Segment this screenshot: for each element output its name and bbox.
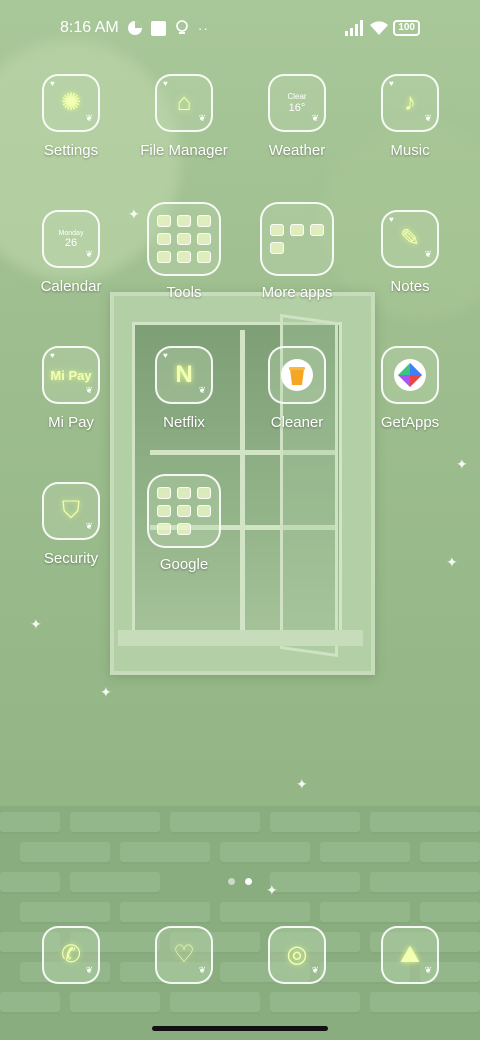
app-label: Calendar bbox=[40, 278, 102, 295]
app-label: Cleaner bbox=[270, 414, 324, 431]
security-icon: ⛉ ❦ bbox=[42, 482, 100, 540]
status-time: 8:16 AM bbox=[60, 19, 119, 36]
square-icon bbox=[150, 20, 166, 36]
gesture-nav-handle[interactable] bbox=[152, 1026, 328, 1031]
notes-icon: ♥ ✎ ❦ bbox=[381, 210, 439, 268]
app-label: Weather bbox=[268, 142, 326, 159]
sparkle-icon: ✦ bbox=[296, 776, 308, 792]
sparkle-icon: ✦ bbox=[100, 684, 112, 700]
netflix-icon: ♥ N ❦ bbox=[155, 346, 213, 404]
dock-phone[interactable]: ✆ ❦ bbox=[16, 926, 126, 984]
app-label: Settings bbox=[43, 142, 99, 159]
dock-messages[interactable]: ♡ ❦ bbox=[129, 926, 239, 984]
chrome-icon: ◎ ❦ bbox=[268, 926, 326, 984]
app-getapps[interactable]: GetApps bbox=[355, 346, 465, 431]
window-sill bbox=[118, 630, 363, 646]
status-bar: 8:16 AM ·· 100 bbox=[0, 0, 480, 56]
app-label: Music bbox=[390, 142, 430, 159]
gallery-icon: ⛰ ❦ bbox=[381, 926, 439, 984]
app-label: Google bbox=[159, 556, 209, 573]
calendar-icon: Monday 26 ❦ bbox=[42, 210, 100, 268]
settings-icon: ♥ ✺ ❦ bbox=[42, 74, 100, 132]
page-dot[interactable] bbox=[228, 878, 235, 885]
app-label: More apps bbox=[261, 284, 333, 301]
app-mi-pay[interactable]: ♥ Mi Pay ❦ Mi Pay bbox=[16, 346, 126, 431]
sparkle-icon: ✦ bbox=[446, 554, 458, 570]
app-label: Netflix bbox=[163, 414, 205, 431]
more-dots-icon: ·· bbox=[197, 20, 210, 36]
weather-icon: Clear 16° ❦ bbox=[268, 74, 326, 132]
battery-icon: 100 bbox=[393, 20, 420, 36]
messages-icon: ♡ ❦ bbox=[155, 926, 213, 984]
page-dot-active[interactable] bbox=[245, 878, 252, 885]
app-label: Notes bbox=[390, 278, 430, 295]
folder-icon bbox=[260, 202, 334, 276]
folder-more-apps[interactable]: More apps bbox=[242, 202, 352, 301]
folder-icon bbox=[147, 202, 221, 276]
app-file-manager[interactable]: ♥ ⌂ ❦ File Manager bbox=[129, 74, 239, 159]
bulb-icon bbox=[174, 20, 190, 36]
app-settings[interactable]: ♥ ✺ ❦ Settings bbox=[16, 74, 126, 159]
mi-pay-icon: ♥ Mi Pay ❦ bbox=[42, 346, 100, 404]
app-security[interactable]: ⛉ ❦ Security bbox=[16, 482, 126, 567]
app-calendar[interactable]: Monday 26 ❦ Calendar bbox=[16, 210, 126, 295]
data-saver-icon bbox=[127, 20, 143, 36]
sparkle-icon: ✦ bbox=[30, 616, 42, 632]
music-icon: ♥ ♪ ❦ bbox=[381, 74, 439, 132]
dock-chrome[interactable]: ◎ ❦ bbox=[242, 926, 352, 984]
app-label: Security bbox=[43, 550, 99, 567]
phone-icon: ✆ ❦ bbox=[42, 926, 100, 984]
page-indicator[interactable] bbox=[0, 878, 480, 885]
app-cleaner[interactable]: Cleaner bbox=[242, 346, 352, 431]
app-weather[interactable]: Clear 16° ❦ Weather bbox=[242, 74, 352, 159]
app-music[interactable]: ♥ ♪ ❦ Music bbox=[355, 74, 465, 159]
dock-gallery[interactable]: ⛰ ❦ bbox=[355, 926, 465, 984]
folder-google[interactable]: Google bbox=[129, 474, 239, 573]
folder-tools[interactable]: Tools bbox=[129, 202, 239, 301]
wifi-icon bbox=[369, 20, 389, 36]
app-notes[interactable]: ♥ ✎ ❦ Notes bbox=[355, 210, 465, 295]
cleaner-icon bbox=[268, 346, 326, 404]
signal-icon bbox=[345, 20, 364, 36]
sparkle-icon: ✦ bbox=[456, 456, 468, 472]
app-netflix[interactable]: ♥ N ❦ Netflix bbox=[129, 346, 239, 431]
getapps-icon bbox=[381, 346, 439, 404]
app-label: Mi Pay bbox=[48, 414, 94, 431]
folder-icon bbox=[147, 474, 221, 548]
app-label: Tools bbox=[166, 284, 202, 301]
app-label: GetApps bbox=[380, 414, 440, 431]
app-label: File Manager bbox=[140, 142, 228, 159]
file-manager-icon: ♥ ⌂ ❦ bbox=[155, 74, 213, 132]
